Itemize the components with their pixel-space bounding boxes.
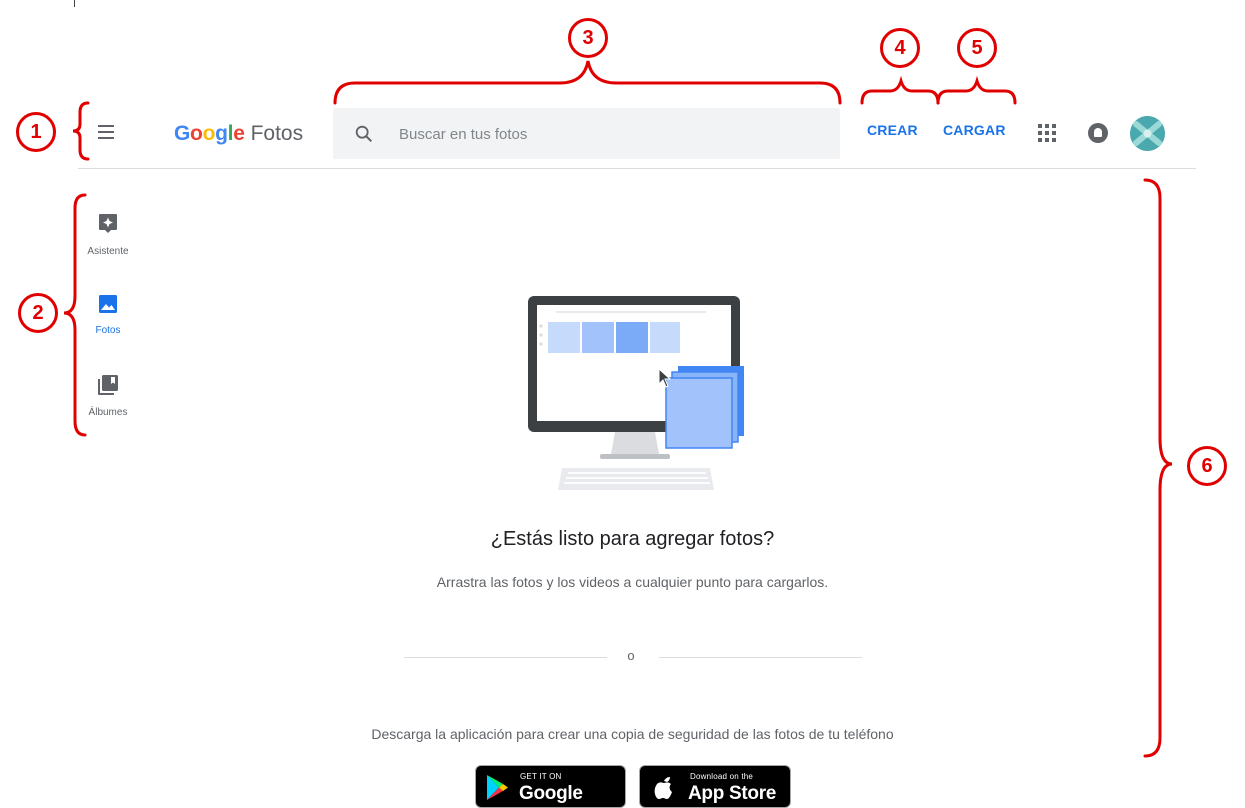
annotation-badge-6: 6 — [1187, 446, 1227, 486]
annotation-badge-3: 3 — [568, 18, 608, 58]
annotation-badge-4: 4 — [880, 28, 920, 68]
annotation-badge-5: 5 — [957, 28, 997, 68]
annotation-brackets — [63, 60, 1173, 758]
annotation-badge-1: 1 — [16, 112, 56, 152]
annotation-badge-2: 2 — [18, 293, 58, 333]
